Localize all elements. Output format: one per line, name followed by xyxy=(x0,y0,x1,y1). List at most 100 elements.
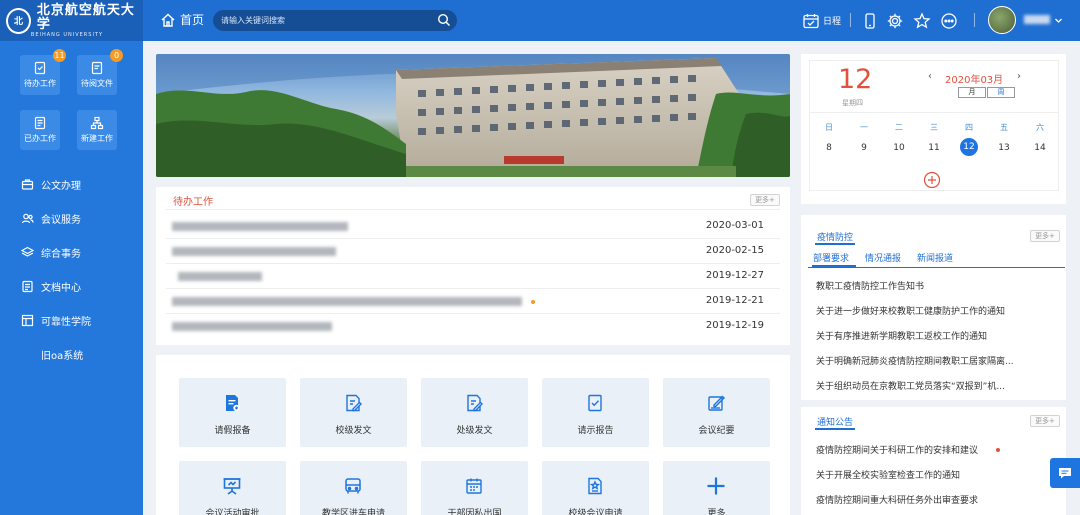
todo-panel: 待办工作 更多+ 2020-03-01 2020-02-15 2019-12-2… xyxy=(156,187,790,345)
quick-action-report-request[interactable]: 请示报告 xyxy=(542,378,649,447)
mobile-button[interactable] xyxy=(861,0,879,41)
todo-more-button[interactable]: 更多+ xyxy=(750,194,780,206)
table-row[interactable]: 2019-12-19 xyxy=(156,314,790,339)
tab-underline xyxy=(808,267,1065,268)
list-item[interactable]: 教职工疫情防控工作告知书 xyxy=(816,279,924,292)
redacted-title xyxy=(172,247,336,256)
schedule-button[interactable]: 日程 xyxy=(802,0,841,41)
calendar-icon xyxy=(466,478,482,494)
todo-panel-title: 待办工作 xyxy=(173,197,213,208)
sidebar-item-legacy-oa[interactable]: 旧oa系统 xyxy=(41,347,83,362)
tile-new-work[interactable]: 新建工作 xyxy=(77,110,117,150)
calendar-weekday: 星期四 xyxy=(842,99,863,107)
briefcase-icon xyxy=(21,179,34,190)
table-row[interactable]: 2020-03-01 xyxy=(156,214,790,239)
sidebar: 待办工作 11 待阅文件 0 已办工作 新建工作 公文办理 会议服务 综合事务 … xyxy=(0,41,143,515)
table-row[interactable]: 2019-12-21 xyxy=(156,289,790,314)
sidebar-item-general-affairs[interactable]: 综合事务 xyxy=(21,245,81,260)
quick-action-meeting-application[interactable]: 校级会议申请 xyxy=(542,461,649,515)
epidemic-more-button[interactable]: 更多+ xyxy=(1030,230,1060,242)
sidebar-item-document-center[interactable]: 文档中心 xyxy=(21,279,81,294)
calendar-date[interactable]: 8 xyxy=(819,143,839,153)
tab-situation-reports[interactable]: 情况通报 xyxy=(865,251,901,264)
divider xyxy=(166,209,780,210)
top-bar: 北 北京航空航天大学 BEIHANG UNIVERSITY 首页 日程 xyxy=(0,0,1080,41)
todo-icon xyxy=(34,61,46,75)
weekday-label: 一 xyxy=(860,123,868,132)
edit-doc-icon xyxy=(467,394,483,412)
quick-action-event-approval[interactable]: 会议活动审批 xyxy=(179,461,286,515)
tile-label: 新建工作 xyxy=(81,134,113,143)
avatar[interactable] xyxy=(988,6,1016,34)
leave-request-icon xyxy=(226,395,240,412)
calendar-date[interactable]: 11 xyxy=(924,143,944,153)
notices-more-button[interactable]: 更多+ xyxy=(1030,415,1060,427)
bus-icon xyxy=(345,478,361,494)
calendar-view-week[interactable]: 周 xyxy=(987,87,1015,98)
list-item[interactable]: 关于开展全校实验室检查工作的通知 xyxy=(816,468,960,481)
check-doc-icon xyxy=(588,394,602,412)
chevron-down-icon[interactable] xyxy=(1054,16,1063,25)
table-row[interactable]: 2020-02-15 xyxy=(156,239,790,264)
calendar-view-month[interactable]: 月 xyxy=(958,87,986,98)
quick-action-school-dispatch[interactable]: 校级发文 xyxy=(300,378,407,447)
quick-action-division-dispatch[interactable]: 处级发文 xyxy=(421,378,528,447)
list-item[interactable]: 关于明确新冠肺炎疫情防控期间教职工居家隔离... xyxy=(816,354,1014,367)
university-logo[interactable]: 北 北京航空航天大学 BEIHANG UNIVERSITY xyxy=(0,0,143,41)
tile-done-work[interactable]: 已办工作 xyxy=(20,110,60,150)
quick-action-private-travel[interactable]: 干部因私出国 xyxy=(421,461,528,515)
title-underline xyxy=(815,243,855,245)
settings-button[interactable] xyxy=(886,0,904,41)
list-item[interactable]: 疫情防控期间重大科研任务外出审查要求 xyxy=(816,493,978,506)
more-options-button[interactable] xyxy=(940,0,958,41)
calendar-date[interactable]: 13 xyxy=(994,143,1014,153)
redacted-title xyxy=(172,322,332,331)
quick-action-label: 校级会议申请 xyxy=(568,509,623,515)
table-row[interactable]: 2019-12-27 xyxy=(156,264,790,289)
tab-news-reports[interactable]: 新闻报道 xyxy=(917,251,953,264)
chevron-left-icon[interactable]: ‹ xyxy=(928,71,932,82)
quick-action-vehicle-entry[interactable]: 教学区进车申请 xyxy=(300,461,407,515)
list-item[interactable]: 关于有序推进新学期教职工返校工作的通知 xyxy=(816,329,987,342)
calendar-month-label: 2020年03月 xyxy=(945,75,1004,86)
list-item[interactable]: 关于进一步做好来校教职工健康防护工作的通知 xyxy=(816,304,1005,317)
sidebar-item-meeting-service[interactable]: 会议服务 xyxy=(21,211,81,226)
search-input[interactable] xyxy=(221,10,436,31)
add-event-icon[interactable] xyxy=(923,171,941,189)
done-doc-icon xyxy=(34,116,46,130)
quick-action-meeting-minutes[interactable]: 会议纪要 xyxy=(663,378,770,447)
edit-doc-icon xyxy=(91,61,103,75)
sidebar-item-reliability-college[interactable]: 可靠性学院 xyxy=(21,313,91,328)
home-link[interactable]: 首页 xyxy=(160,11,204,28)
tile-todo-work[interactable]: 待办工作 11 xyxy=(20,49,66,95)
university-seal-icon: 北 xyxy=(6,7,31,34)
weekday-label: 六 xyxy=(1036,123,1044,132)
search-icon[interactable] xyxy=(437,13,451,27)
calendar-date-today[interactable]: 12 xyxy=(960,138,978,156)
calendar-date[interactable]: 10 xyxy=(889,143,909,153)
list-item[interactable]: 关于组织动员在京教职工党员落实“双报到”机... xyxy=(816,379,1005,392)
redacted-title xyxy=(172,297,522,306)
feedback-button[interactable] xyxy=(1050,458,1080,488)
quick-action-leave-request[interactable]: 请假报备 xyxy=(179,378,286,447)
weekday-label: 四 xyxy=(965,123,973,132)
list-item[interactable]: 疫情防控期间关于科研工作的安排和建议 xyxy=(816,443,978,456)
home-icon xyxy=(161,13,175,27)
quick-action-more[interactable]: 更多 xyxy=(663,461,770,515)
people-icon xyxy=(21,213,34,224)
quick-action-label: 干部因私出国 xyxy=(447,509,502,515)
ellipsis-circle-icon xyxy=(941,12,957,29)
redacted-title xyxy=(172,222,348,231)
favorites-button[interactable] xyxy=(913,0,931,41)
new-indicator-dot xyxy=(531,300,535,304)
sidebar-item-document-processing[interactable]: 公文办理 xyxy=(21,177,81,192)
active-tab-indicator xyxy=(812,265,856,267)
home-label: 首页 xyxy=(180,13,205,27)
chevron-right-icon[interactable]: › xyxy=(1017,71,1021,82)
username-redacted[interactable] xyxy=(1024,15,1050,24)
tile-pending-read[interactable]: 待阅文件 0 xyxy=(77,49,123,95)
sidebar-item-label: 综合事务 xyxy=(41,249,81,260)
tab-deployment-requirements[interactable]: 部署要求 xyxy=(813,251,849,264)
calendar-date[interactable]: 9 xyxy=(854,143,874,153)
calendar-date[interactable]: 14 xyxy=(1030,143,1050,153)
